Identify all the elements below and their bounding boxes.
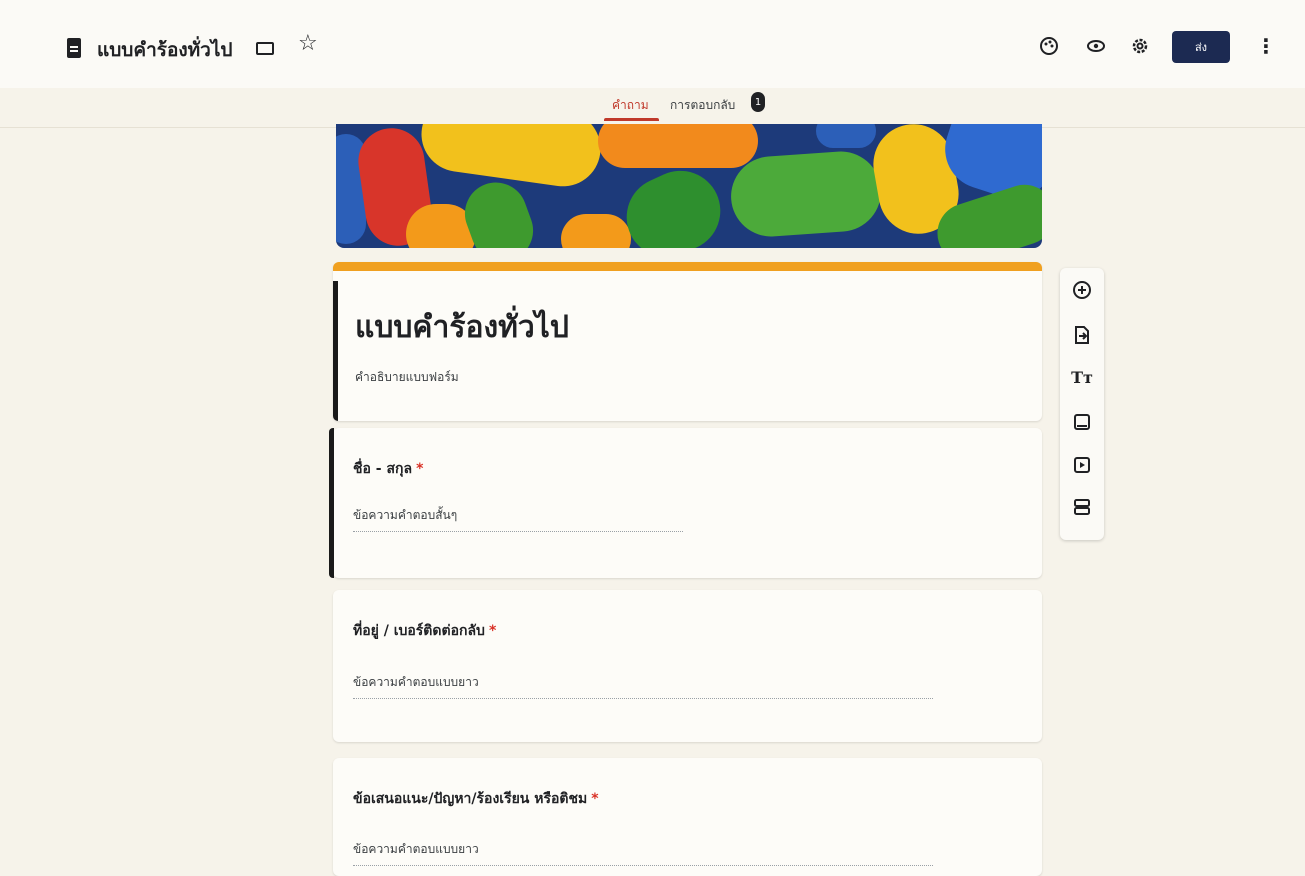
more-vert-icon[interactable]: ⋮ <box>1256 34 1276 58</box>
form-title[interactable]: แบบคำร้องทั่วไป <box>355 304 569 351</box>
send-button[interactable]: ส่ง <box>1172 31 1230 63</box>
add-image-icon[interactable] <box>1070 410 1094 434</box>
form-name[interactable]: แบบคำร้องทั่วไป <box>97 35 232 65</box>
active-card-accent <box>333 281 338 421</box>
folder-icon[interactable] <box>256 42 274 55</box>
question-title[interactable]: ชื่อ - สกุล * <box>353 458 423 480</box>
star-icon[interactable]: ☆ <box>298 33 318 55</box>
form-doc-icon[interactable] <box>67 38 81 58</box>
answer-placeholder: ข้อความคำตอบสั้นๆ <box>353 506 683 532</box>
floating-question-toolbar: Tт <box>1060 268 1104 540</box>
active-tab-indicator <box>604 118 659 121</box>
active-card-accent <box>329 428 334 578</box>
question-title[interactable]: ที่อยู่ / เบอร์ติดต่อกลับ * <box>353 620 496 642</box>
question-card[interactable]: ที่อยู่ / เบอร์ติดต่อกลับ * ข้อความคำตอบแ… <box>333 590 1042 742</box>
form-description[interactable]: คำอธิบายแบบฟอร์ม <box>355 368 459 387</box>
tab-responses[interactable]: การตอบกลับ <box>670 96 735 115</box>
required-asterisk: * <box>591 791 599 807</box>
answer-placeholder: ข้อความคำตอบแบบยาว <box>353 840 933 866</box>
tab-bar: คำถาม การตอบกลับ 1 <box>0 92 1305 128</box>
responses-count-badge: 1 <box>751 92 765 112</box>
required-asterisk: * <box>488 623 497 639</box>
header-image <box>336 124 1042 248</box>
tab-questions[interactable]: คำถาม <box>612 96 649 115</box>
import-questions-icon[interactable] <box>1070 323 1094 347</box>
answer-placeholder: ข้อความคำตอบแบบยาว <box>353 673 933 699</box>
add-section-icon[interactable] <box>1070 495 1094 519</box>
preview-eye-icon[interactable] <box>1085 35 1107 57</box>
form-title-card[interactable]: แบบคำร้องทั่วไป คำอธิบายแบบฟอร์ม <box>333 262 1042 421</box>
required-asterisk: * <box>416 461 424 477</box>
add-title-icon[interactable]: Tт <box>1070 366 1094 390</box>
add-question-icon[interactable] <box>1070 278 1094 302</box>
palette-icon[interactable] <box>1038 35 1060 57</box>
question-title[interactable]: ข้อเสนอแนะ/ปัญหา/ร้องเรียน หรือติชม * <box>353 788 599 810</box>
top-app-bar: แบบคำร้องทั่วไป ☆ ส่ง ⋮ <box>0 0 1305 88</box>
add-video-icon[interactable] <box>1070 453 1094 477</box>
question-card[interactable]: ข้อเสนอแนะ/ปัญหา/ร้องเรียน หรือติชม * ข้อ… <box>333 758 1042 876</box>
question-card[interactable]: ชื่อ - สกุล * ข้อความคำตอบสั้นๆ <box>329 428 1042 578</box>
settings-gear-icon[interactable] <box>1129 35 1151 57</box>
